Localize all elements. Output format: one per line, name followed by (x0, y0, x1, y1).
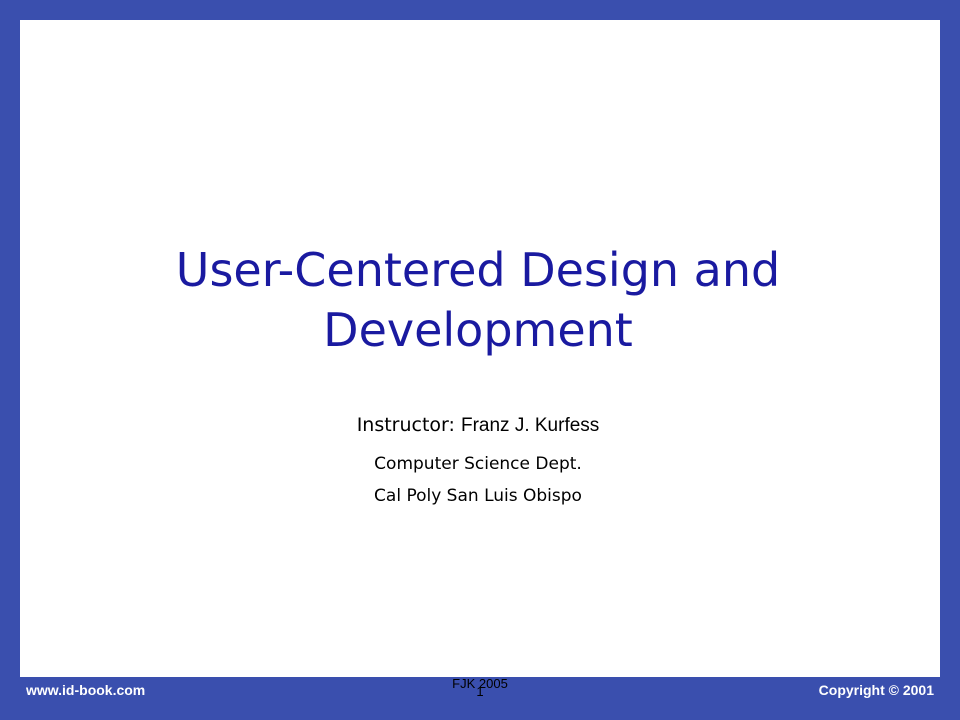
university-line: Cal Poly San Luis Obispo (374, 486, 582, 506)
instructor-name: Franz J. Kurfess (460, 415, 600, 436)
instructor-line: Instructor: Franz J. Kurfess (0, 414, 956, 437)
slide-title-line-2: Development (323, 303, 633, 357)
slide-title: User-Centered Design and Development (0, 240, 956, 360)
slide-title-line-1: User-Centered Design and (175, 243, 781, 297)
slide-frame: User-Centered Design and Development Ins… (0, 0, 960, 720)
department-line: Computer Science Dept. (374, 454, 582, 474)
slide-page-number: 1 (476, 684, 484, 699)
instructor-label: Instructor: (356, 414, 461, 436)
